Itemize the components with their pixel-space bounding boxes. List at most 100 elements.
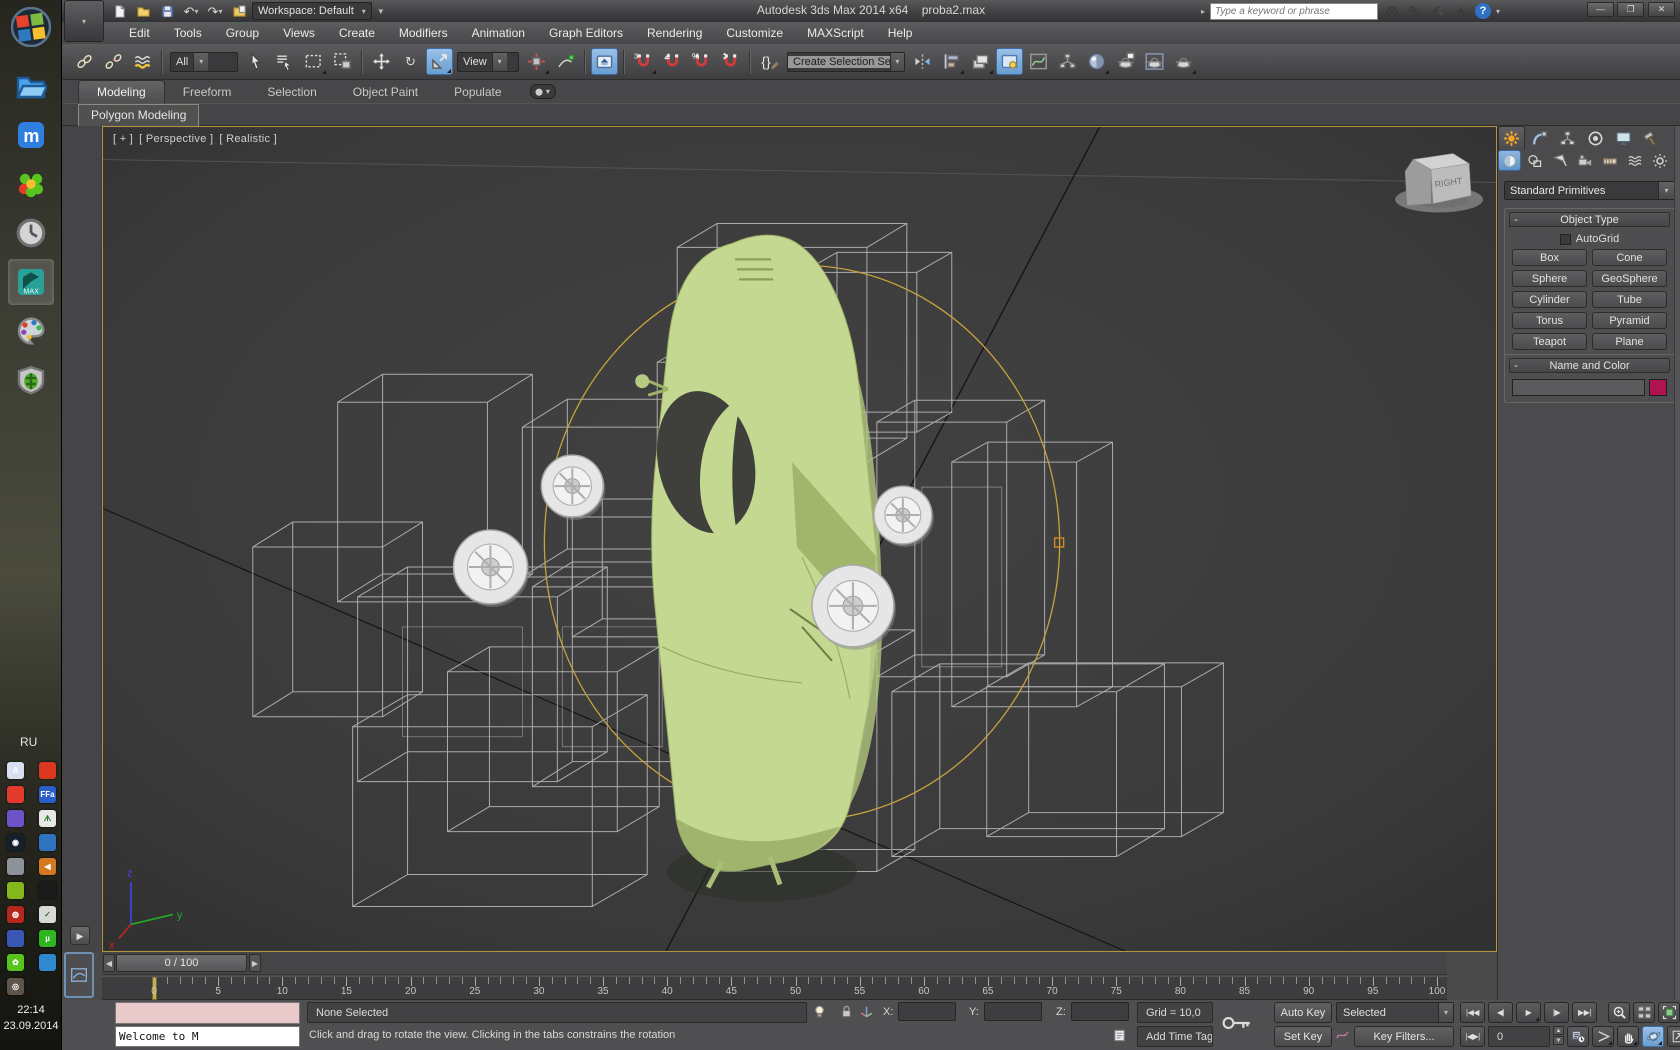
- primitive-sphere-button[interactable]: Sphere: [1512, 270, 1587, 287]
- zoom-all-button[interactable]: [1633, 1002, 1655, 1023]
- search-icon[interactable]: [1383, 3, 1401, 19]
- z-coord-field[interactable]: [1071, 1002, 1129, 1021]
- explorer-app[interactable]: [8, 63, 54, 109]
- redo-button[interactable]: ↷▾: [204, 2, 226, 21]
- subscription-key-icon[interactable]: [1406, 3, 1424, 19]
- menu-group[interactable]: Group: [215, 23, 270, 43]
- start-button[interactable]: [8, 4, 54, 50]
- render-setup-button[interactable]: [1112, 48, 1139, 75]
- maximize-viewport-toggle[interactable]: [1667, 1026, 1680, 1047]
- infocenter-expand-icon[interactable]: ▸: [1201, 7, 1205, 16]
- menu-edit[interactable]: Edit: [118, 23, 161, 43]
- snaps-toggle-3d-button[interactable]: 3: [630, 48, 657, 75]
- nvidia-tray-icon[interactable]: [7, 882, 24, 899]
- primitive-pyramid-button[interactable]: Pyramid: [1592, 312, 1667, 329]
- go-to-start-button[interactable]: |◀◀: [1460, 1002, 1485, 1023]
- go-to-end-button[interactable]: ▶▶|: [1572, 1002, 1597, 1023]
- wifi-tray-icon[interactable]: ᗑ: [39, 810, 56, 827]
- named-selection-sets-dropdown[interactable]: Create Selection Se▾: [787, 52, 905, 72]
- favorites-star-icon[interactable]: ★: [1452, 3, 1470, 19]
- volume-tray-icon[interactable]: ◀: [39, 858, 56, 875]
- toggle-ribbon-button[interactable]: [996, 48, 1023, 75]
- reference-coordinate-system-dropdown[interactable]: View▾: [457, 52, 519, 72]
- object-type-rollout-header[interactable]: - Object Type: [1509, 212, 1670, 227]
- viewport-general-menu[interactable]: [ + ]: [113, 133, 133, 145]
- menu-help[interactable]: Help: [877, 23, 924, 43]
- field-of-view-button[interactable]: [1592, 1026, 1614, 1047]
- photo-tool-tray-icon[interactable]: [7, 810, 24, 827]
- category-space-warps[interactable]: [1623, 150, 1646, 171]
- x-coord-field[interactable]: [898, 1002, 956, 1021]
- unlink-selection-button[interactable]: [100, 48, 127, 75]
- time-configuration-button[interactable]: [1567, 1026, 1589, 1047]
- taskbar-date[interactable]: 23.09.2014: [0, 1020, 62, 1032]
- set-keys-big-key-icon[interactable]: [1220, 1010, 1254, 1036]
- codec-tool-tray-icon[interactable]: [39, 882, 56, 899]
- viewport-label[interactable]: [ + ] [ Perspective ] [ Realistic ]: [113, 133, 277, 145]
- set-key-button[interactable]: Set Key: [1274, 1026, 1332, 1047]
- maxscript-macro-recorder-line[interactable]: [115, 1002, 300, 1024]
- select-and-link-button[interactable]: [71, 48, 98, 75]
- select-and-scale-button[interactable]: [426, 48, 453, 75]
- minimize-button[interactable]: —: [1587, 2, 1614, 17]
- select-by-name-button[interactable]: [271, 48, 298, 75]
- category-lights[interactable]: [1548, 150, 1571, 171]
- next-frame-button[interactable]: |▶: [1544, 1002, 1569, 1023]
- open-file-button[interactable]: [132, 2, 154, 21]
- window-crossing-toggle-button[interactable]: [329, 48, 356, 75]
- select-object-button[interactable]: [242, 48, 269, 75]
- use-pivot-point-center-button[interactable]: [523, 48, 550, 75]
- menu-customize[interactable]: Customize: [715, 23, 794, 43]
- angle-snap-toggle-button[interactable]: [659, 48, 686, 75]
- play-animation-button[interactable]: ▶: [1516, 1002, 1541, 1023]
- save-file-button[interactable]: [156, 2, 178, 21]
- steam-tray-icon[interactable]: ◉: [7, 834, 24, 851]
- open-mini-curve-editor-button[interactable]: [64, 952, 94, 998]
- pan-view-button[interactable]: [1617, 1026, 1639, 1047]
- avira-tray-icon[interactable]: [7, 786, 24, 803]
- maximize-button[interactable]: ❐: [1617, 2, 1644, 17]
- subwoofer-tray-icon[interactable]: ◎: [7, 978, 24, 995]
- menu-views[interactable]: Views: [272, 23, 326, 43]
- category-shapes[interactable]: [1523, 150, 1546, 171]
- project-folder-button[interactable]: [228, 2, 250, 21]
- menu-animation[interactable]: Animation: [461, 23, 536, 43]
- capture-tool-tray-icon[interactable]: [7, 858, 24, 875]
- time-slider-handle[interactable]: 0 / 100: [116, 954, 247, 972]
- menu-graph-editors[interactable]: Graph Editors: [538, 23, 634, 43]
- zoom-extents-button[interactable]: [1658, 1002, 1680, 1023]
- time-slider[interactable]: ◀ 0 / 100 ▶: [102, 952, 1447, 975]
- icq-tray-icon[interactable]: ✿: [7, 954, 24, 971]
- mirror-button[interactable]: [909, 48, 936, 75]
- time-slider-previous-button[interactable]: ◀: [103, 954, 115, 972]
- primitive-cylinder-button[interactable]: Cylinder: [1512, 291, 1587, 308]
- zoom-button[interactable]: [1608, 1002, 1630, 1023]
- render-production-button[interactable]: [1170, 48, 1197, 75]
- new-scene-button[interactable]: [108, 2, 130, 21]
- menu-create[interactable]: Create: [328, 23, 386, 43]
- previous-frame-button[interactable]: ◀|: [1488, 1002, 1513, 1023]
- y-coord-field[interactable]: [984, 1002, 1042, 1021]
- workspace-dropdown[interactable]: Workspace: Default▾: [252, 2, 372, 20]
- panel-tab-create[interactable]: [1498, 126, 1525, 150]
- command-panel-scrollbar[interactable]: [1674, 126, 1680, 1000]
- selection-filter-dropdown[interactable]: All▾: [170, 52, 238, 72]
- select-and-rotate-button[interactable]: ↻: [397, 48, 424, 75]
- 3dsmax-app[interactable]: MAX: [8, 259, 54, 305]
- usb-safely-remove-tray-icon[interactable]: ✓: [39, 906, 56, 923]
- taskbar-clock[interactable]: 22:14: [0, 1004, 62, 1016]
- antivirus-app[interactable]: [8, 357, 54, 403]
- primitive-box-button[interactable]: Box: [1512, 249, 1587, 266]
- gamepad-tray-icon[interactable]: [7, 930, 24, 947]
- rectangular-selection-region-button[interactable]: [300, 48, 327, 75]
- menu-modifiers[interactable]: Modifiers: [388, 23, 459, 43]
- ribbon-tab-object-paint[interactable]: Object Paint: [335, 81, 436, 103]
- time-slider-next-button[interactable]: ▶: [249, 954, 261, 972]
- minimize-ribbon-button[interactable]: ⬤▾: [530, 84, 556, 99]
- category-cameras[interactable]: [1573, 150, 1596, 171]
- object-color-swatch[interactable]: [1649, 379, 1667, 396]
- ribbon-tab-freeform[interactable]: Freeform: [165, 81, 250, 103]
- maxthon-app[interactable]: m: [8, 112, 54, 158]
- utorrent-tray-icon[interactable]: µ: [39, 930, 56, 947]
- panel-tab-modify[interactable]: [1526, 126, 1553, 150]
